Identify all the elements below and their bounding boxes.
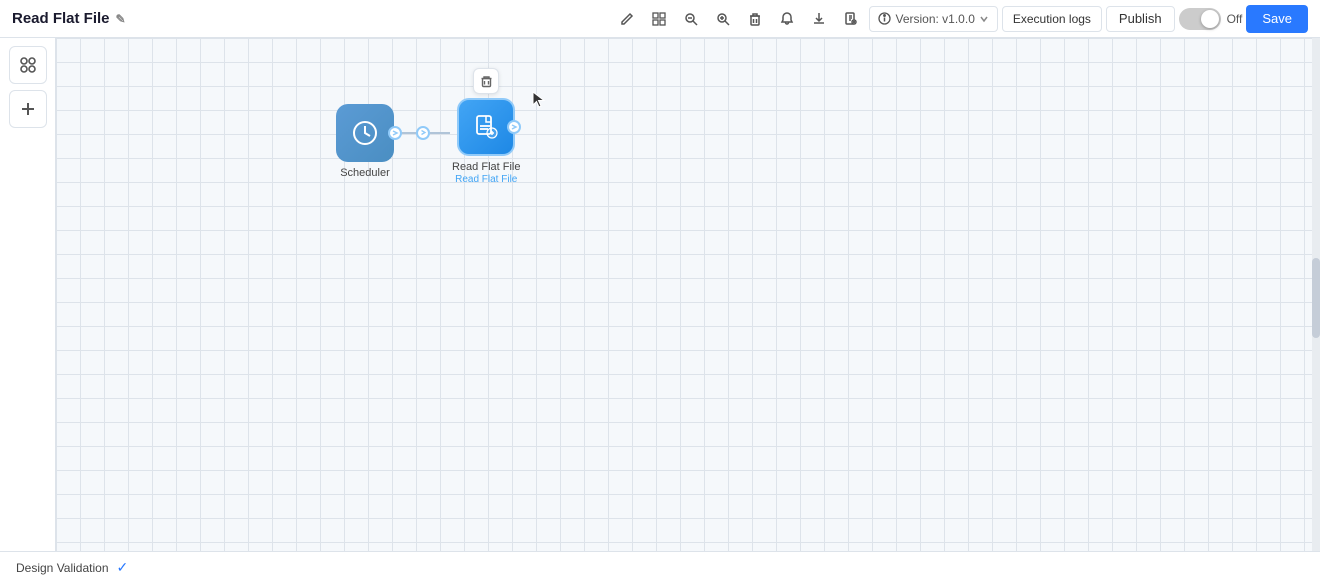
export-button[interactable] xyxy=(837,5,865,33)
publish-button[interactable]: Publish xyxy=(1106,6,1175,32)
download-button[interactable] xyxy=(805,5,833,33)
header: Read Flat File ✎ xyxy=(0,0,1320,38)
arrow-icon xyxy=(391,129,399,137)
execution-logs-button[interactable]: Execution logs xyxy=(1002,6,1102,32)
edit-title-icon[interactable]: ✎ xyxy=(116,12,126,26)
main-area: Scheduler xyxy=(0,38,1320,551)
title-text: Read Flat File xyxy=(12,10,110,27)
version-badge[interactable]: Version: v1.0.0 xyxy=(869,6,997,32)
trash-icon xyxy=(480,75,493,88)
left-sidebar xyxy=(0,38,56,551)
tools-button[interactable] xyxy=(9,46,47,84)
read-flat-file-label: Read Flat File xyxy=(452,161,520,173)
scheduler-output-port[interactable] xyxy=(388,126,402,140)
file-icon xyxy=(472,113,500,141)
connector-line-2 xyxy=(430,132,450,134)
node-connector xyxy=(396,126,450,140)
pencil-tool-button[interactable] xyxy=(613,5,641,33)
cursor-indicator xyxy=(531,90,547,115)
read-flat-output-port[interactable] xyxy=(507,120,521,134)
canvas[interactable]: Scheduler xyxy=(56,38,1312,551)
clock-icon xyxy=(351,119,379,147)
zoom-in-button[interactable] xyxy=(709,5,737,33)
add-icon xyxy=(19,100,37,118)
grid-tool-button[interactable] xyxy=(645,5,673,33)
read-flat-file-node-box[interactable] xyxy=(457,98,515,156)
port-arrow-icon xyxy=(510,123,518,131)
bell-button[interactable] xyxy=(773,5,801,33)
scheduler-label: Scheduler xyxy=(340,167,390,179)
scheduler-node[interactable]: Scheduler xyxy=(336,104,394,179)
chevron-down-icon xyxy=(979,14,989,24)
scrollbar-thumb[interactable] xyxy=(1312,258,1320,338)
add-button[interactable] xyxy=(9,90,47,128)
toolbar: Version: v1.0.0 Execution logs Publish O… xyxy=(613,5,1308,33)
delete-tool-button[interactable] xyxy=(741,5,769,33)
design-validation-label: Design Validation xyxy=(16,561,109,575)
delete-node-button[interactable] xyxy=(473,68,499,94)
cursor-svg xyxy=(531,90,547,110)
bottom-bar: Design Validation ✓ xyxy=(0,551,1320,583)
toggle-wrap: Off xyxy=(1179,8,1243,30)
save-button[interactable]: Save xyxy=(1246,5,1308,33)
scheduler-node-box[interactable] xyxy=(336,104,394,162)
connector-arrow-icon xyxy=(420,129,427,136)
version-text: Version: v1.0.0 xyxy=(895,12,974,26)
flow-area: Scheduler xyxy=(336,98,520,185)
scrollbar[interactable] xyxy=(1312,38,1320,551)
active-toggle[interactable] xyxy=(1179,8,1221,30)
page-title: Read Flat File ✎ xyxy=(12,10,126,27)
delete-button-wrap xyxy=(473,68,499,94)
read-flat-file-sublabel: Read Flat File xyxy=(455,174,517,185)
check-icon: ✓ xyxy=(117,559,129,576)
read-flat-file-node[interactable]: Read Flat File Read Flat File xyxy=(452,98,520,185)
toggle-label: Off xyxy=(1227,12,1243,26)
toggle-knob xyxy=(1201,10,1219,28)
connector-dot xyxy=(416,126,430,140)
tools-icon xyxy=(19,56,37,74)
info-icon xyxy=(878,12,891,25)
zoom-out-button[interactable] xyxy=(677,5,705,33)
